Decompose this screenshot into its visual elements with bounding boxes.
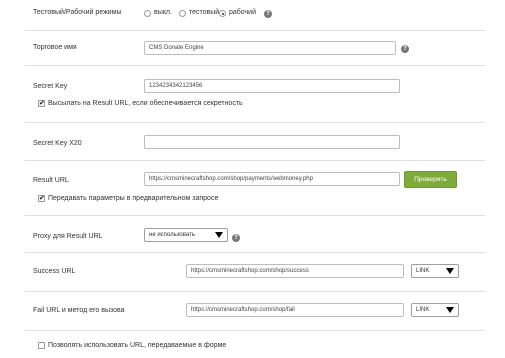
result-url-label: Result URL [33, 177, 69, 184]
secret-key-input[interactable]: 1234234342123456 [144, 79, 400, 93]
check-button[interactable]: Проверить [404, 171, 457, 188]
prerequest-label: Передавать параметры в предварительном з… [48, 195, 219, 202]
help-icon[interactable]: ? [232, 234, 240, 242]
proxy-label: Proxy для Result URL [33, 233, 103, 240]
secret-key-x20-label: Secret Key X20 [33, 140, 82, 147]
success-url-label: Success URL [33, 268, 76, 275]
success-method-select[interactable]: LINK [411, 264, 459, 278]
separator [25, 65, 485, 66]
separator [25, 215, 485, 216]
proxy-select[interactable]: не использовать [144, 228, 228, 242]
chevron-down-icon [215, 232, 223, 238]
trade-name-input[interactable]: CMS Donate Engine [144, 41, 396, 55]
allow-form-urls-label: Позволять использовать URL, передаваемые… [48, 342, 227, 349]
send-secret-checkbox[interactable] [38, 99, 45, 107]
proxy-select-value: не использовать [149, 232, 195, 238]
mode-radio-off[interactable] [144, 10, 151, 17]
fail-method-select[interactable]: LINK [411, 303, 459, 317]
fail-method-value: LINK [416, 307, 430, 313]
help-icon[interactable]: ? [264, 10, 272, 18]
mode-radio-work[interactable] [219, 10, 226, 17]
mode-option-work[interactable]: рабочий [229, 9, 256, 16]
send-secret-label: Высылать на Result URL, если обеспечивае… [48, 100, 243, 107]
mode-radio-test[interactable] [179, 10, 186, 17]
help-icon[interactable]: ? [401, 45, 409, 53]
separator [25, 30, 485, 31]
mode-label: Тестовый/Рабочий режимы [33, 9, 122, 16]
success-method-value: LINK [416, 268, 430, 274]
separator [25, 122, 485, 123]
chevron-down-icon [446, 307, 454, 313]
success-url-input[interactable]: https://cmsminecraftshop.com/shop/succes… [186, 264, 404, 278]
mode-option-test[interactable]: тестовый [189, 9, 219, 16]
trade-name-label: Торговое имя [33, 44, 77, 51]
fail-url-input[interactable]: https://cmsminecraftshop.com/shop/fail [186, 303, 404, 317]
result-url-input[interactable]: https://cmsminecraftshop.com/shop/paymen… [144, 172, 400, 186]
separator [25, 252, 485, 253]
allow-form-urls-checkbox[interactable] [38, 342, 45, 349]
chevron-down-icon [446, 268, 454, 274]
secret-key-label: Secret Key [33, 83, 68, 90]
secret-key-x20-input[interactable] [144, 135, 400, 149]
separator [25, 330, 485, 331]
fail-url-label: Fail URL и метод его вызова [33, 307, 125, 314]
separator [25, 160, 485, 161]
separator [25, 291, 485, 292]
prerequest-checkbox[interactable] [38, 194, 45, 202]
mode-option-off[interactable]: выкл. [154, 9, 172, 16]
